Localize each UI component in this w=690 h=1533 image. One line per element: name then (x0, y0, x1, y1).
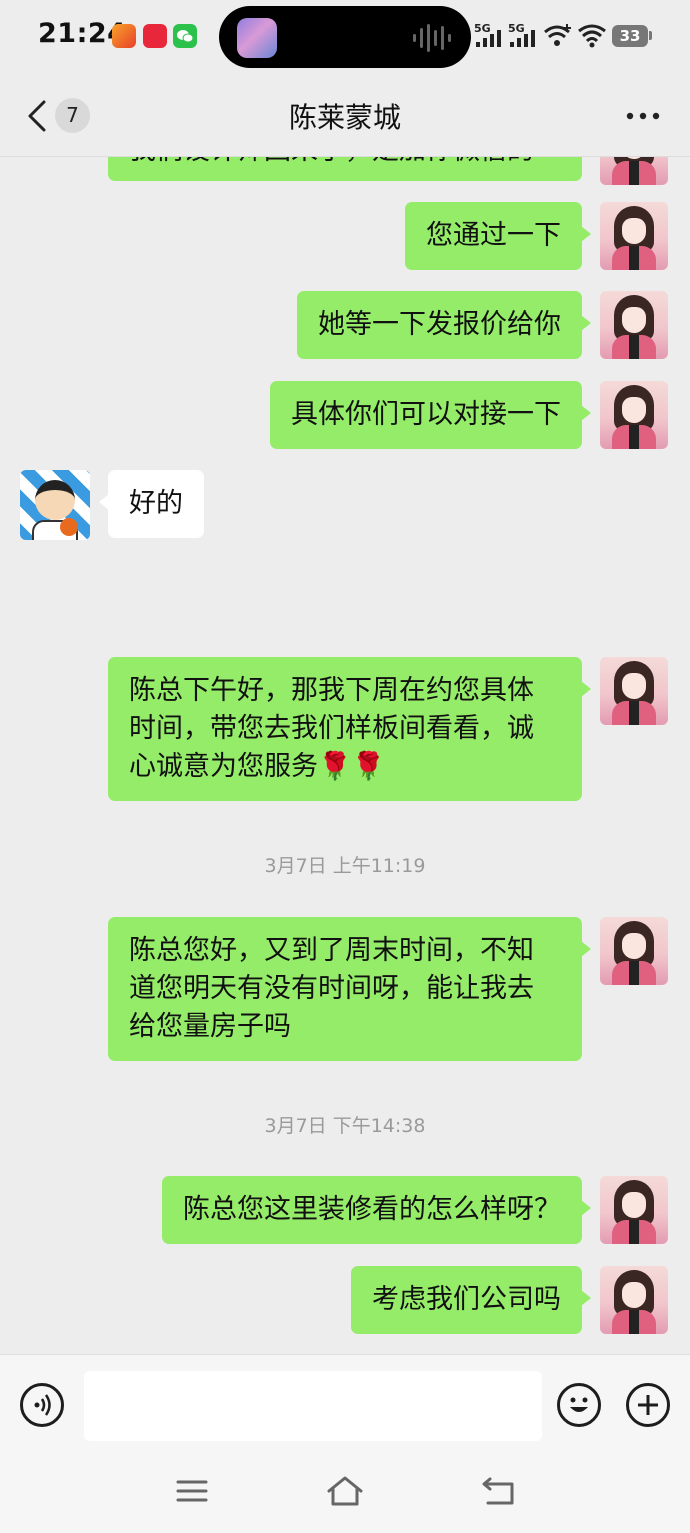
my-message-bubble[interactable]: 陈总下午好，那我下周在约您具体 时间，带您去我们样板间看看，诚 心诚意为您服务🌹… (108, 657, 591, 801)
home-icon[interactable] (326, 1475, 364, 1507)
audio-wave-icon (413, 24, 451, 52)
message-text-line: 道您明天有没有时间呀，能让我去 (129, 973, 534, 1004)
message-input-bar (0, 1354, 690, 1458)
chat-header: 7 陈莱蒙城 (0, 76, 690, 157)
message-text: 考虑我们公司吗 (372, 1284, 561, 1315)
message-text-line: 给您量房子吗 (129, 1011, 291, 1042)
plus-icon (638, 1395, 658, 1415)
wifi-plus-icon (544, 24, 571, 46)
media-thumbnail (237, 18, 277, 58)
wechat-icon (173, 24, 197, 48)
chat-title: 陈莱蒙城 (288, 101, 401, 134)
my-message-bubble[interactable]: 她等一下发报价给你 (297, 291, 591, 359)
my-avatar[interactable] (600, 157, 668, 185)
message-text-line: 陈总下午好，那我下周在约您具体 (129, 675, 534, 706)
message-text: 您通过一下 (426, 220, 561, 251)
app-notification-icon (112, 24, 136, 48)
message-timestamp: 3月7日 上午11:19 (264, 855, 426, 877)
battery-indicator: 33 (612, 25, 648, 47)
message-text-line: 时间，带您去我们样板间看看，诚 (129, 713, 534, 744)
status-bar: 21:24 5G 5G 33 (0, 0, 690, 76)
my-message-bubble[interactable]: 我们设计师回来了，是加你微信的 (108, 157, 582, 181)
message-text-line: 陈总您好，又到了周末时间，不知 (129, 935, 534, 966)
my-avatar[interactable] (600, 291, 668, 359)
my-avatar[interactable] (600, 657, 668, 725)
my-message-bubble[interactable]: 陈总您这里装修看的怎么样呀？ (162, 1176, 591, 1244)
voice-input-button[interactable] (20, 1383, 64, 1427)
dynamic-island (219, 6, 471, 68)
my-avatar[interactable] (600, 202, 668, 270)
my-message-bubble[interactable]: 考虑我们公司吗 (351, 1266, 591, 1334)
svg-text:5G: 5G (474, 22, 491, 35)
contact-message-bubble[interactable]: 好的 (99, 470, 204, 538)
battery-tip (649, 31, 652, 40)
signal-5g-icon-2: 5G (508, 22, 535, 47)
voice-icon (34, 1394, 51, 1416)
message-text: 她等一下发报价给你 (318, 309, 561, 340)
smiley-icon (570, 1397, 588, 1412)
message-list[interactable]: 我们设计师回来了，是加你微信的 您通过一下 她等一下发报价给你 (0, 157, 690, 1354)
my-message-bubble[interactable]: 陈总您好，又到了周末时间，不知 道您明天有没有时间呀，能让我去 给您量房子吗 (108, 917, 591, 1061)
my-message-bubble[interactable]: 具体你们可以对接一下 (270, 381, 591, 449)
message-text: 陈总您这里装修看的怎么样呀？ (183, 1194, 561, 1225)
my-avatar[interactable] (600, 917, 668, 985)
chat-screen: 21:24 5G 5G 33 7 陈莱蒙城 您通过一下 她等一下发报价给你 具体… (0, 0, 690, 1533)
message-input[interactable] (84, 1371, 542, 1441)
message-timestamp: 3月7日 下午14:38 (264, 1115, 426, 1137)
signal-5g-icon: 5G (474, 22, 501, 47)
back-icon[interactable] (480, 1475, 516, 1507)
message-text: 我们设计师回来了，是加你微信的 (129, 157, 534, 166)
more-functions-button[interactable] (626, 1383, 670, 1427)
contact-avatar[interactable] (20, 470, 90, 540)
emoji-button[interactable] (557, 1383, 601, 1427)
menu-icon[interactable] (176, 1475, 208, 1507)
my-message-bubble[interactable]: 您通过一下 (405, 202, 591, 270)
message-text: 好的 (129, 488, 183, 519)
svg-text:5G: 5G (508, 22, 525, 35)
my-avatar[interactable] (600, 1266, 668, 1334)
my-avatar[interactable] (600, 1176, 668, 1244)
system-navigation-bar (0, 1457, 690, 1533)
more-options-icon[interactable] (626, 112, 660, 120)
wifi-icon (578, 24, 606, 48)
my-avatar[interactable] (600, 381, 668, 449)
message-text: 具体你们可以对接一下 (291, 399, 561, 430)
xiaohongshu-icon (143, 24, 167, 48)
message-text-line: 心诚意为您服务🌹🌹 (129, 751, 386, 782)
